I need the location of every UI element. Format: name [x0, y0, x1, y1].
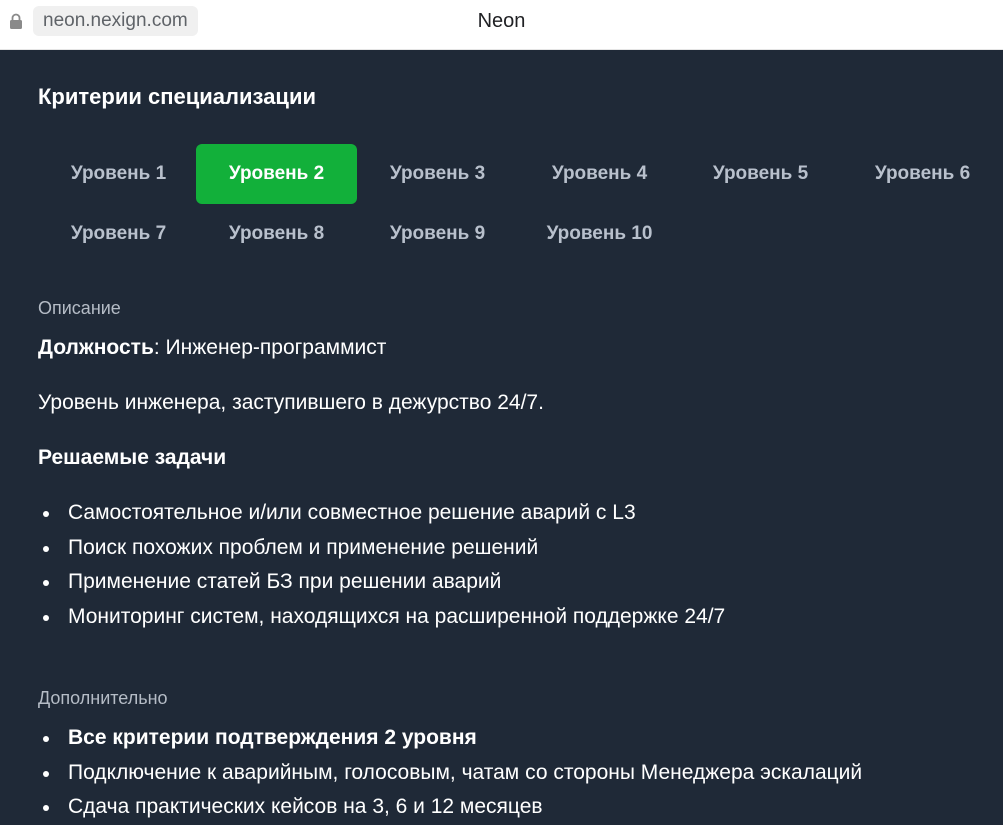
tasks-list: Самостоятельное и/или совместное решение…	[38, 496, 998, 634]
tasks-title: Решаемые задачи	[38, 446, 227, 469]
list-item: Все критерии подтверждения 2 уровня	[38, 721, 998, 756]
tab-level-3[interactable]: Уровень 3	[357, 144, 518, 204]
tab-level-2[interactable]: Уровень 2	[196, 144, 357, 204]
position-value: : Инженер-программист	[153, 336, 387, 359]
lock-icon	[10, 13, 22, 29]
tab-title: Neon	[477, 10, 526, 32]
address-bar[interactable]: neon.nexign.com	[33, 6, 198, 36]
additional-list: Все критерии подтверждения 2 уровня Подк…	[38, 721, 998, 825]
list-item: Применение статей БЗ при решении аварий	[38, 565, 998, 600]
tab-level-10[interactable]: Уровень 10	[519, 204, 680, 264]
tab-level-6[interactable]: Уровень 6	[842, 144, 1003, 204]
tab-level-4[interactable]: Уровень 4	[519, 144, 680, 204]
list-item: Сдача практических кейсов на 3, 6 и 12 м…	[38, 790, 998, 825]
level-summary: Уровень инженера, заступившего в дежурст…	[38, 391, 544, 414]
list-item: Мониторинг систем, находящихся на расшир…	[38, 600, 998, 635]
browser-toolbar: neon.nexign.com Neon	[0, 0, 1003, 50]
additional-label: Дополнительно	[38, 688, 168, 708]
tab-level-8[interactable]: Уровень 8	[196, 204, 357, 264]
tab-level-9[interactable]: Уровень 9	[357, 204, 518, 264]
list-item: Подключение к аварийным, голосовым, чата…	[38, 756, 998, 791]
description-label: Описание	[38, 298, 121, 318]
position-line: Должность: Инженер-программист	[38, 336, 386, 360]
list-item: Самостоятельное и/или совместное решение…	[38, 496, 998, 531]
position-label: Должность	[38, 336, 154, 359]
list-item: Поиск похожих проблем и применение решен…	[38, 531, 998, 566]
main-content: Критерии специализации Уровень 1 Уровень…	[0, 50, 1003, 822]
tab-level-1[interactable]: Уровень 1	[38, 144, 199, 204]
page-title: Критерии специализации	[38, 84, 316, 109]
tab-level-7[interactable]: Уровень 7	[38, 204, 199, 264]
tab-level-5[interactable]: Уровень 5	[680, 144, 841, 204]
